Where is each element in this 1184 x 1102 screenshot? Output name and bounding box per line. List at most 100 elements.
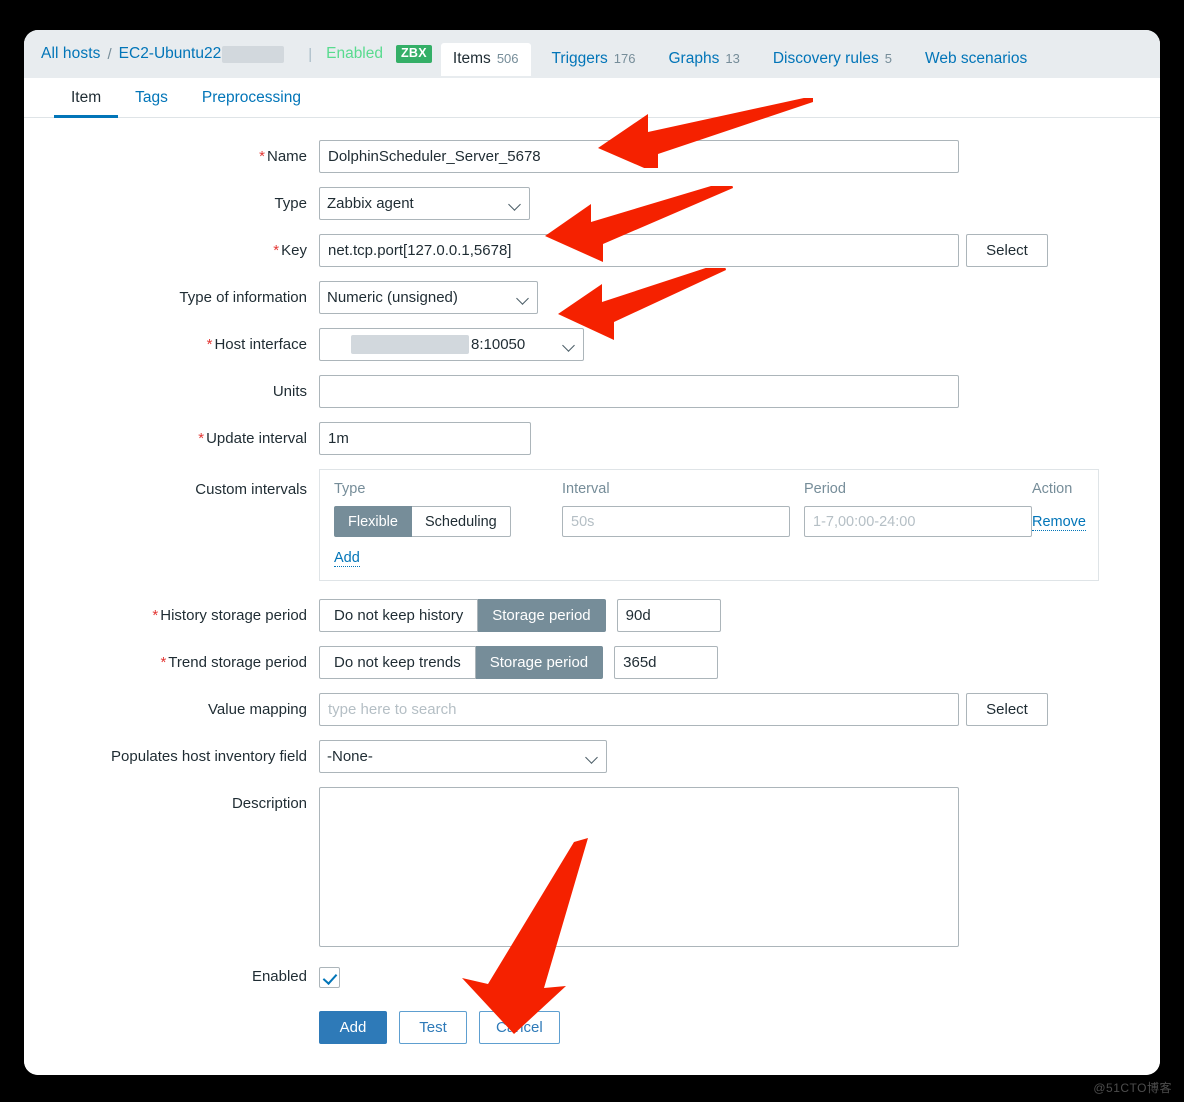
nav-tab-web-scenarios[interactable]: Web scenarios <box>913 43 1039 76</box>
update-interval-input[interactable] <box>319 422 531 455</box>
column-header-period: Period <box>804 481 846 497</box>
label-value-mapping-text: Value mapping <box>208 701 307 718</box>
toggle-do-not-keep-trends[interactable]: Do not keep trends <box>319 646 476 679</box>
value-mapping-input[interactable] <box>319 693 959 726</box>
label-custom-intervals: Custom intervals <box>24 469 319 498</box>
label-key-text: Key <box>281 242 307 259</box>
units-input[interactable] <box>319 375 959 408</box>
required-marker-update-interval: * <box>198 430 205 447</box>
breadcrumb-host-name[interactable]: EC2-Ubuntu22 <box>119 45 222 63</box>
nav-tab-items[interactable]: Items 506 <box>440 42 531 76</box>
label-type: Type <box>24 187 319 212</box>
label-trend-storage-text: Trend storage period <box>168 654 307 671</box>
item-form: *Name Type Zabbix agent <box>24 118 1160 1075</box>
remove-interval-link[interactable]: Remove <box>1032 513 1086 531</box>
name-input[interactable] <box>319 140 959 173</box>
column-header-type: Type <box>334 481 366 497</box>
nav-tab-graphs[interactable]: Graphs 13 <box>657 43 752 76</box>
label-custom-intervals-text: Custom intervals <box>195 481 307 498</box>
label-inventory-field: Populates host inventory field <box>24 740 319 765</box>
interval-period-cell <box>804 506 1032 537</box>
interval-value-cell <box>562 506 804 537</box>
key-input[interactable] <box>319 234 959 267</box>
type-select[interactable]: Zabbix agent <box>319 187 530 220</box>
label-units-text: Units <box>272 383 307 400</box>
tab-preprocessing[interactable]: Preprocessing <box>185 78 318 117</box>
trend-storage-value[interactable] <box>614 646 719 679</box>
description-textarea[interactable] <box>319 787 959 947</box>
host-interface-value: 8:10050 <box>471 336 526 353</box>
field-row-update-interval: * Update interval <box>24 422 1160 455</box>
form-tab-bar: Item Tags Preprocessing <box>24 78 1160 118</box>
type-of-information-select[interactable]: Numeric (unsigned) <box>319 281 538 314</box>
value-mapping-select-button[interactable]: Select <box>966 693 1048 726</box>
nav-tab-graphs-count: 13 <box>725 50 740 66</box>
enabled-checkbox[interactable] <box>319 967 340 988</box>
history-storage-value[interactable] <box>616 599 721 632</box>
label-type-text: Type <box>274 195 307 212</box>
inventory-field-select[interactable]: -None- <box>319 740 607 773</box>
field-row-custom-intervals: Custom intervals Type Interval Period Ac… <box>24 469 1160 581</box>
nav-tab-triggers[interactable]: Triggers 176 <box>540 43 648 76</box>
type-of-information-value: Numeric (unsigned) <box>327 289 458 306</box>
add-button[interactable]: Add <box>319 1011 387 1044</box>
custom-intervals-table: Type Interval Period Action Flexible Sch… <box>319 469 1099 581</box>
label-name: * Name <box>24 140 319 165</box>
test-button[interactable]: Test <box>399 1011 467 1044</box>
inventory-field-value: -None- <box>327 748 373 765</box>
toggle-do-not-keep-history[interactable]: Do not keep history <box>319 599 479 632</box>
interval-input[interactable] <box>562 506 790 537</box>
nav-tab-web-scenarios-label: Web scenarios <box>925 49 1028 67</box>
tab-item[interactable]: Item <box>54 78 119 118</box>
host-interface-select[interactable]: 8:10050 <box>319 328 584 361</box>
nav-tab-discovery-rules-count: 5 <box>884 50 892 66</box>
redaction-bar-host <box>222 45 285 63</box>
label-value-mapping: Value mapping <box>24 693 319 718</box>
breadcrumb-all-hosts[interactable]: All hosts <box>41 45 100 63</box>
nav-tab-discovery-rules[interactable]: Discovery rules 5 <box>761 43 904 76</box>
toggle-flexible[interactable]: Flexible <box>334 506 412 537</box>
cancel-button[interactable]: Cancel <box>479 1011 560 1044</box>
label-host-interface: * Host interface <box>24 328 319 353</box>
add-interval-link[interactable]: Add <box>334 550 360 567</box>
breadcrumb-separator: / <box>107 45 112 63</box>
label-type-of-information-text: Type of information <box>179 289 307 306</box>
field-row-type-of-information: Type of information Numeric (unsigned) <box>24 281 1160 314</box>
field-row-history-storage: * History storage period Do not keep hist… <box>24 599 1160 632</box>
field-row-name: * Name <box>24 140 1160 173</box>
required-marker-history-storage: * <box>152 607 159 624</box>
label-history-storage-text: History storage period <box>160 607 307 624</box>
key-select-button[interactable]: Select <box>966 234 1048 267</box>
custom-interval-row: Flexible Scheduling Remov <box>334 506 1086 537</box>
watermark-label: @51CTO博客 <box>1093 1081 1172 1095</box>
required-marker-key: * <box>273 242 280 259</box>
label-history-storage: * History storage period <box>24 599 319 624</box>
zbx-agent-badge[interactable]: ZBX <box>396 45 432 63</box>
nav-tab-graphs-label: Graphs <box>668 49 720 67</box>
label-update-interval-text: Update interval <box>206 430 307 447</box>
toggle-scheduling[interactable]: Scheduling <box>411 506 511 537</box>
label-enabled-text: Enabled <box>251 968 307 985</box>
field-row-key: *Key Select <box>24 234 1160 267</box>
host-navigation-bar: All hosts / EC2-Ubuntu22 | Enabled ZBX I… <box>24 30 1160 78</box>
type-select-value: Zabbix agent <box>327 195 414 212</box>
column-header-interval: Interval <box>562 481 610 497</box>
label-key: * Key <box>24 234 319 259</box>
label-inventory-field-text: Populates host inventory field <box>111 748 307 765</box>
host-status-enabled[interactable]: Enabled <box>326 45 383 63</box>
field-row-units: Units <box>24 375 1160 408</box>
custom-intervals-header: Type Interval Period Action <box>334 481 1084 506</box>
inventory-field-select-wrap: -None- <box>319 740 607 773</box>
label-enabled: Enabled <box>24 963 319 985</box>
interval-action-cell: Remove <box>1032 513 1086 531</box>
nav-tab-items-label: Items <box>452 49 491 67</box>
field-row-enabled: Enabled Add Test Cancel <box>24 963 1160 1044</box>
period-input[interactable] <box>804 506 1032 537</box>
type-select-wrap: Zabbix agent <box>319 187 530 220</box>
form-action-buttons: Add Test Cancel <box>319 1011 560 1044</box>
tab-tags[interactable]: Tags <box>118 78 185 117</box>
field-row-host-interface: * Host interface 8:10050 <box>24 328 1160 361</box>
toggle-trend-storage-period[interactable]: Storage period <box>475 646 604 679</box>
label-trend-storage: * Trend storage period <box>24 646 319 671</box>
toggle-history-storage-period[interactable]: Storage period <box>478 599 606 632</box>
